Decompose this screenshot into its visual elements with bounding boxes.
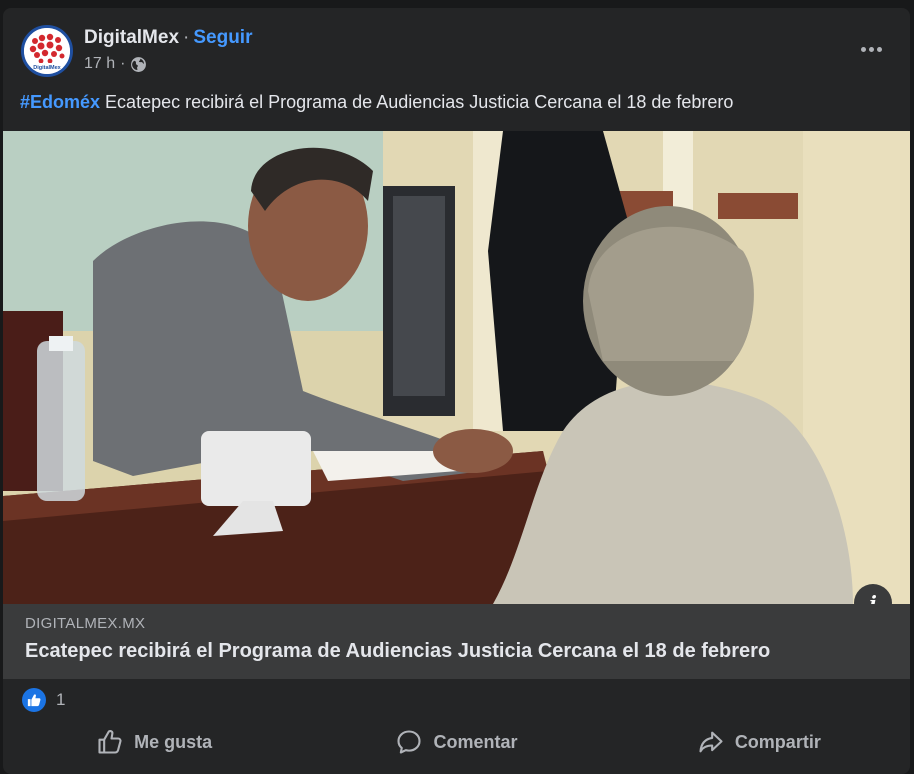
- share-label: Compartir: [734, 731, 821, 752]
- post-actions: Me gusta Comentar Compartir: [3, 722, 910, 762]
- comment-icon: [397, 730, 422, 754]
- globe-icon: [131, 56, 147, 72]
- share-button[interactable]: Compartir: [608, 722, 910, 762]
- avatar-logo-text: DigitalMex: [33, 65, 61, 71]
- post-header: DigitalMex · Seguir: [84, 27, 252, 49]
- meta-separator: ·: [120, 55, 126, 72]
- share-icon: [699, 731, 723, 753]
- hashtag-link[interactable]: #Edoméx: [20, 92, 100, 112]
- link-title[interactable]: Ecatepec recibirá el Programa de Audienc…: [25, 640, 770, 663]
- comment-button[interactable]: Comentar: [305, 722, 607, 762]
- reaction-summary[interactable]: 1: [22, 688, 65, 712]
- more-dot-icon: [860, 46, 866, 52]
- link-domain: DIGITALMEX.MX: [25, 615, 146, 632]
- post-meta: 17 h ·: [84, 55, 147, 73]
- more-dot-icon: [876, 46, 882, 52]
- author-name[interactable]: DigitalMex: [84, 27, 179, 48]
- reaction-count: 1: [56, 690, 66, 709]
- link-preview[interactable]: DIGITALMEX.MX Ecatepec recibirá el Progr…: [3, 604, 910, 679]
- like-label: Me gusta: [134, 731, 213, 752]
- post-caption: #Edoméx Ecatepec recibirá el Programa de…: [20, 92, 733, 113]
- caption-text: Ecatepec recibirá el Programa de Audienc…: [100, 92, 734, 112]
- more-dot-icon: [868, 46, 874, 52]
- more-options-button[interactable]: [854, 34, 888, 64]
- thumbs-up-icon: [98, 729, 122, 754]
- comment-label: Comentar: [433, 731, 518, 752]
- header-separator: ·: [183, 27, 190, 48]
- like-icon: [22, 688, 46, 712]
- post-timestamp[interactable]: 17 h: [84, 55, 115, 73]
- follow-button[interactable]: Seguir: [193, 27, 252, 48]
- like-button[interactable]: Me gusta: [3, 722, 305, 762]
- feed-post: DigitalMex DigitalMex · Seguir 17 h · #Edo…: [3, 8, 910, 774]
- post-image[interactable]: [3, 131, 910, 604]
- page-avatar[interactable]: DigitalMex: [21, 25, 73, 77]
